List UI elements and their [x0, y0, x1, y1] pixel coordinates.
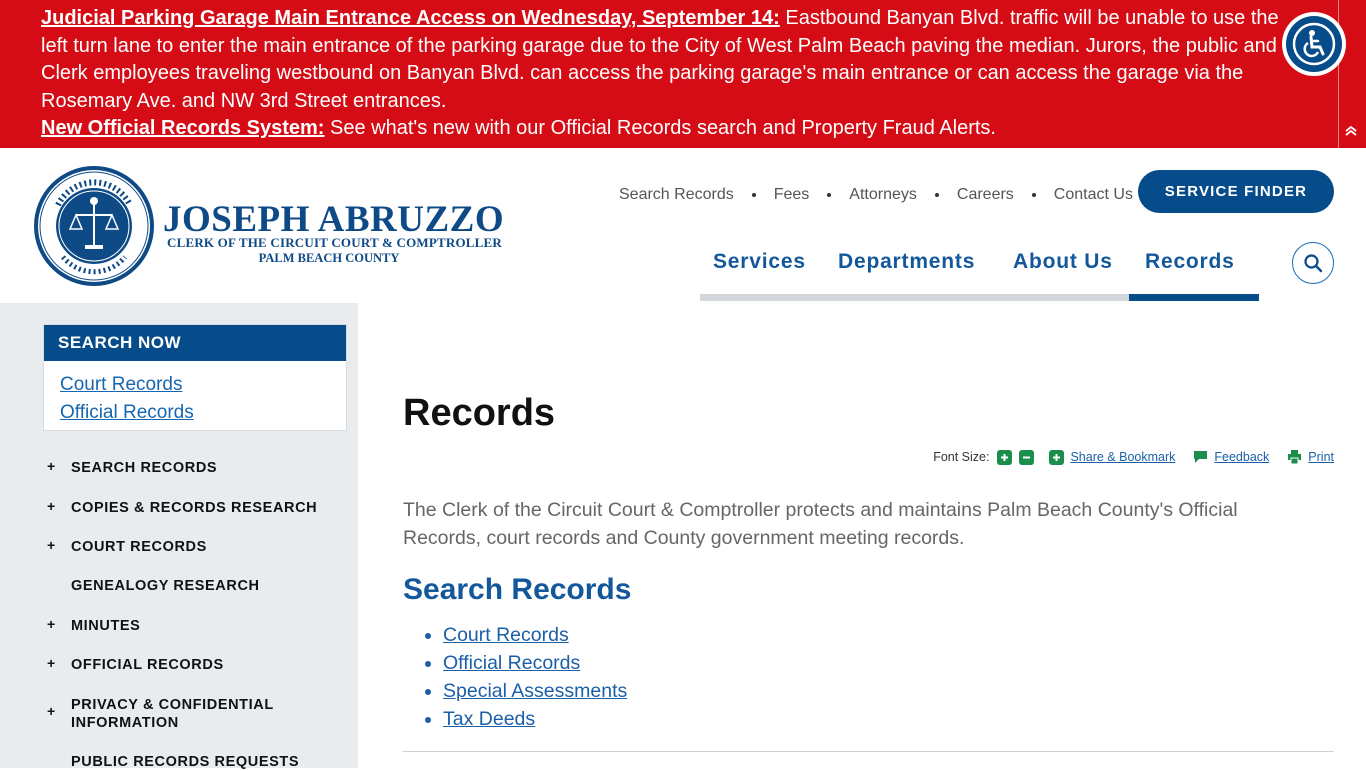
search-now-panel: SEARCH NOW Court Records Official Record…	[43, 324, 347, 431]
utility-separator	[751, 193, 756, 197]
list-item: Court Records	[443, 621, 627, 649]
minus-icon	[1023, 456, 1031, 458]
font-decrease-button[interactable]	[1019, 449, 1035, 465]
sidebar-item-minutes[interactable]: MINUTES	[71, 617, 140, 635]
sidebar-item-search-records[interactable]: SEARCH RECORDS	[71, 459, 217, 477]
alert-banner: Judicial Parking Garage Main Entrance Ac…	[0, 0, 1366, 148]
content-divider	[403, 751, 1334, 752]
share-bookmark-link[interactable]: Share & Bookmark	[1070, 450, 1175, 464]
utility-link-contact-us[interactable]: Contact Us	[1054, 186, 1133, 204]
list-item: Official Records	[443, 649, 627, 677]
main-content: Records Font Size: Share & Bookmark Feed…	[403, 303, 1334, 768]
sidebar-item-genealogy[interactable]: GENEALOGY RESEARCH	[71, 577, 260, 595]
accessibility-button[interactable]	[1282, 12, 1346, 76]
site-search-button[interactable]	[1292, 242, 1334, 284]
utility-link-attorneys[interactable]: Attorneys	[849, 186, 917, 204]
chevron-up-icon	[1345, 125, 1357, 136]
link-tax-deeds[interactable]: Tax Deeds	[443, 708, 535, 730]
utility-separator	[827, 193, 832, 197]
feedback-icon	[1193, 450, 1208, 465]
utility-separator	[1031, 193, 1036, 197]
plus-icon[interactable]: +	[47, 537, 55, 553]
nav-departments[interactable]: Departments	[838, 250, 975, 285]
nav-active-indicator	[1129, 294, 1259, 301]
search-now-official-records[interactable]: Official Records	[60, 402, 194, 423]
main-nav: Services Departments About Us Records	[700, 246, 1259, 303]
brand-subtitle: CLERK OF THE CIRCUIT COURT & COMPTROLLER	[167, 235, 502, 250]
sidebar: SEARCH NOW Court Records Official Record…	[0, 303, 358, 771]
search-now-court-records[interactable]: Court Records	[60, 374, 183, 395]
site-header: JOSEPH ABRUZZO CLERK OF THE CIRCUIT COUR…	[0, 148, 1366, 303]
sidebar-item-public-records-requests[interactable]: PUBLIC RECORDS REQUESTS	[71, 753, 299, 771]
list-item: Tax Deeds	[443, 705, 627, 733]
nav-about-us[interactable]: About Us	[1013, 250, 1113, 285]
sidebar-item-official-records[interactable]: OFFICIAL RECORDS	[71, 656, 224, 674]
page-title: Records	[403, 392, 556, 434]
county-seal-icon	[34, 166, 154, 286]
plus-icon	[1001, 453, 1009, 461]
nav-services[interactable]: Services	[713, 250, 806, 285]
sidebar-item-copies-research[interactable]: COPIES & RECORDS RESEARCH	[71, 499, 317, 517]
print-icon	[1287, 450, 1302, 465]
utility-separator	[934, 193, 939, 197]
utility-link-fees[interactable]: Fees	[774, 186, 810, 204]
county-seal-logo[interactable]	[33, 165, 155, 287]
alert-collapse-button[interactable]	[1342, 124, 1360, 142]
font-increase-button[interactable]	[997, 449, 1013, 465]
search-now-list: Court Records Official Records	[44, 361, 346, 437]
nav-underline-track	[700, 294, 1129, 301]
list-item: Special Assessments	[443, 677, 627, 705]
utility-link-search-records[interactable]: Search Records	[619, 186, 734, 204]
search-records-list: Court Records Official Records Special A…	[443, 621, 627, 733]
utility-link-careers[interactable]: Careers	[957, 186, 1014, 204]
sidebar-item-court-records[interactable]: COURT RECORDS	[71, 538, 207, 556]
plus-icon[interactable]: +	[47, 703, 55, 719]
plus-icon[interactable]: +	[47, 498, 55, 514]
search-icon	[1304, 254, 1323, 273]
utility-nav: Search Records Fees Attorneys Careers Co…	[619, 185, 1133, 205]
search-now-title: SEARCH NOW	[44, 325, 346, 361]
accessibility-icon	[1292, 22, 1336, 66]
brand-county: PALM BEACH COUNTY	[258, 251, 400, 265]
link-court-records[interactable]: Court Records	[443, 624, 569, 646]
plus-icon[interactable]: +	[47, 616, 55, 632]
nav-records[interactable]: Records	[1145, 250, 1235, 285]
print-link[interactable]: Print	[1308, 450, 1334, 464]
intro-paragraph: The Clerk of the Circuit Court & Comptro…	[403, 499, 1238, 549]
sidebar-item-privacy[interactable]: PRIVACY & CONFIDENTIAL INFORMATION	[71, 696, 301, 732]
plus-icon[interactable]: +	[47, 458, 55, 474]
section-title-search-records: Search Records	[403, 573, 632, 606]
link-official-records[interactable]: Official Records	[443, 652, 580, 674]
alert-text: Judicial Parking Garage Main Entrance Ac…	[41, 5, 1301, 143]
link-special-assessments[interactable]: Special Assessments	[443, 680, 627, 702]
font-size-label: Font Size:	[933, 450, 990, 464]
list-item: Official Records	[60, 399, 330, 427]
list-item: Court Records	[60, 371, 330, 399]
feedback-link[interactable]: Feedback	[1214, 450, 1269, 464]
alert-link-parking[interactable]: Judicial Parking Garage Main Entrance Ac…	[41, 7, 780, 29]
service-finder-button[interactable]: SERVICE FINDER	[1138, 170, 1334, 213]
alert-text-official-records: See what's new with our Official Records…	[324, 117, 996, 139]
plus-icon[interactable]: +	[47, 655, 55, 671]
share-icon	[1049, 449, 1065, 465]
alert-link-official-records[interactable]: New Official Records System:	[41, 117, 324, 139]
page-tools: Font Size: Share & Bookmark Feedback Pri…	[933, 448, 1334, 466]
